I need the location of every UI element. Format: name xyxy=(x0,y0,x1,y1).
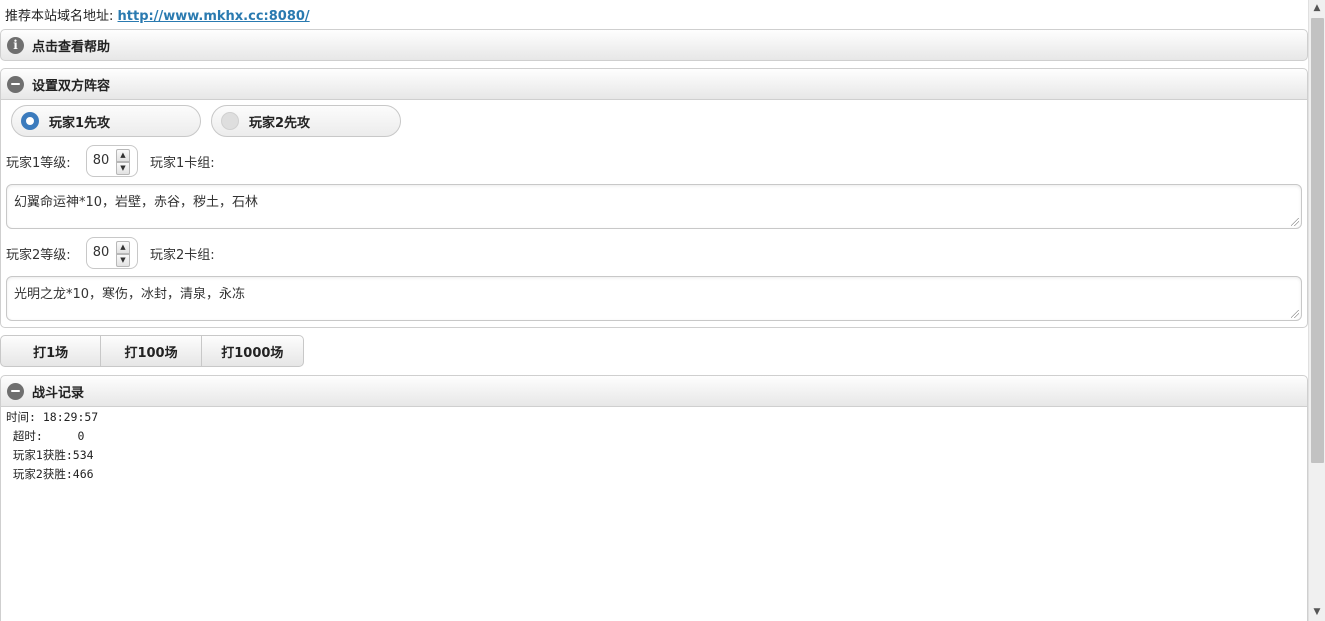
fight-1000-button[interactable]: 打1000场 xyxy=(202,336,303,366)
log-line-time: 时间: 18:29:57 xyxy=(6,410,99,424)
player2-deck-input[interactable]: 光明之龙*10，寒伤，冰封，清泉，永冻 xyxy=(6,276,1302,321)
info-icon: i xyxy=(7,36,24,54)
site-address-line: 推荐本站域名地址: http://www.mkhx.cc:8080/ xyxy=(5,5,310,24)
vertical-scrollbar[interactable]: ▲ ▼ xyxy=(1308,0,1325,621)
battle-log-panel-header[interactable]: 战斗记录 xyxy=(0,375,1308,407)
minus-circle-icon xyxy=(7,382,24,400)
lineup-panel-title: 设置双方阵容 xyxy=(32,78,111,94)
radio-player2-first[interactable]: 玩家2先攻 xyxy=(211,105,401,137)
player1-level-label: 玩家1等级: xyxy=(6,156,71,171)
decrement-arrow-icon[interactable]: ▼ xyxy=(116,254,130,267)
radio-unselected-icon xyxy=(221,112,239,130)
increment-arrow-icon[interactable]: ▲ xyxy=(116,149,130,162)
increment-arrow-icon[interactable]: ▲ xyxy=(116,241,130,254)
player2-deck-text: 光明之龙*10，寒伤，冰封，清泉，永冻 xyxy=(14,287,246,302)
fight-1-button[interactable]: 打1场 xyxy=(1,336,102,366)
resize-grip-icon[interactable] xyxy=(1291,218,1299,226)
decrement-arrow-icon[interactable]: ▼ xyxy=(116,162,130,175)
site-address-label: 推荐本站域名地址: xyxy=(5,9,114,24)
player1-deck-input[interactable]: 幻翼命运神*10，岩壁，赤谷，秽土，石林 xyxy=(6,184,1302,229)
battle-log-text: 时间: 18:29:57 超时: 0 玩家1获胜:534 玩家2获胜:466 xyxy=(6,408,98,484)
help-panel-title: 点击查看帮助 xyxy=(32,39,111,55)
player2-level-label: 玩家2等级: xyxy=(6,248,71,263)
log-line-player1-wins: 玩家1获胜:534 xyxy=(6,448,94,462)
log-line-timeout: 超时: 0 xyxy=(6,429,85,443)
player1-level-value[interactable]: 80 xyxy=(87,146,115,176)
battle-action-bar: 打1场 打100场 打1000场 xyxy=(0,335,304,367)
player1-deck-text: 幻翼命运神*10，岩壁，赤谷，秽土，石林 xyxy=(14,195,259,210)
player2-level-stepper[interactable]: 80 ▲ ▼ xyxy=(86,237,138,269)
scroll-down-arrow-icon[interactable]: ▼ xyxy=(1309,604,1325,621)
lineup-panel-header[interactable]: 设置双方阵容 xyxy=(0,68,1308,100)
radio-player2-first-label: 玩家2先攻 xyxy=(249,115,311,131)
player2-level-value[interactable]: 80 xyxy=(87,238,115,268)
scrollbar-thumb[interactable] xyxy=(1311,18,1324,463)
resize-grip-icon[interactable] xyxy=(1291,310,1299,318)
simulator-page: 推荐本站域名地址: http://www.mkhx.cc:8080/ i 点击查… xyxy=(0,0,1308,621)
log-line-player2-wins: 玩家2获胜:466 xyxy=(6,467,94,481)
battle-log-panel-title: 战斗记录 xyxy=(32,385,85,401)
battle-log-panel-body xyxy=(0,407,1308,621)
site-url-link[interactable]: http://www.mkhx.cc:8080/ xyxy=(118,9,310,24)
scroll-up-arrow-icon[interactable]: ▲ xyxy=(1309,0,1325,17)
fight-100-button[interactable]: 打100场 xyxy=(101,336,202,366)
radio-player1-first[interactable]: 玩家1先攻 xyxy=(11,105,201,137)
radio-player1-first-label: 玩家1先攻 xyxy=(49,115,111,131)
radio-selected-icon xyxy=(21,112,39,130)
player2-deck-label: 玩家2卡组: xyxy=(150,248,215,263)
player1-level-stepper[interactable]: 80 ▲ ▼ xyxy=(86,145,138,177)
help-panel-header[interactable]: i 点击查看帮助 xyxy=(0,29,1308,61)
player1-deck-label: 玩家1卡组: xyxy=(150,156,215,171)
minus-circle-icon xyxy=(7,75,24,93)
